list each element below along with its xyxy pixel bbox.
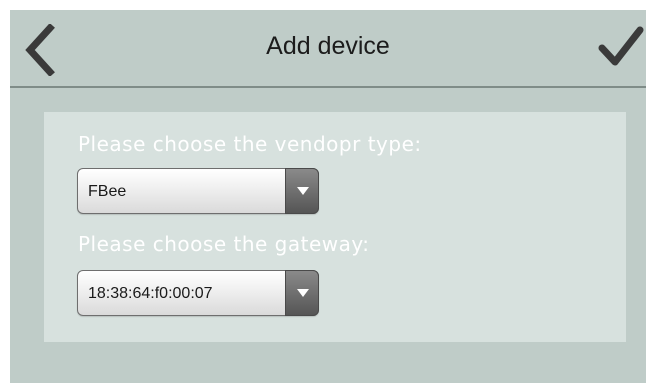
done-button[interactable] xyxy=(598,26,644,70)
vendor-type-label: Please choose the vendopr type: xyxy=(78,132,422,156)
back-button[interactable] xyxy=(18,23,62,77)
app-screen: Add device Please choose the vendopr typ… xyxy=(10,10,646,383)
nav-bar: Add device xyxy=(10,10,646,88)
vendor-type-select[interactable]: FBee xyxy=(77,168,319,214)
gateway-value: 18:38:64:f0:00:07 xyxy=(88,285,213,302)
vendor-type-value: FBee xyxy=(88,183,127,200)
gateway-select[interactable]: 18:38:64:f0:00:07 xyxy=(77,270,319,316)
form-panel: Please choose the vendopr type: FBee Ple… xyxy=(44,112,626,342)
page-title: Add device xyxy=(266,32,390,60)
dropdown-arrow-icon[interactable] xyxy=(285,168,319,214)
dropdown-arrow-icon[interactable] xyxy=(285,270,319,316)
checkmark-icon xyxy=(598,26,644,66)
gateway-label: Please choose the gateway: xyxy=(78,232,370,256)
chevron-left-icon xyxy=(25,23,55,77)
